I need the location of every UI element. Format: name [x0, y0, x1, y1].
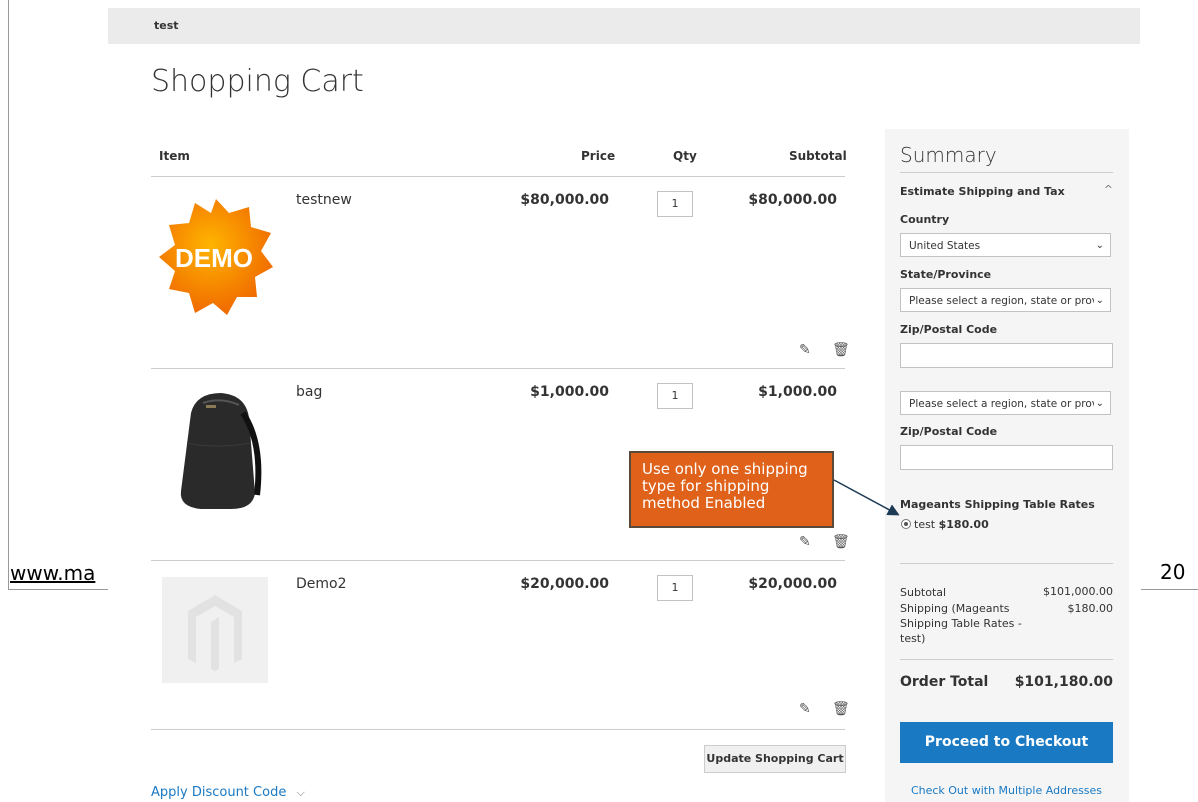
update-cart-button[interactable]: Update Shopping Cart — [704, 745, 846, 773]
product-price: $1,000.00 — [530, 384, 609, 400]
document-url[interactable]: www.ma — [10, 561, 108, 585]
shipping-method-title: Mageants Shipping Table Rates — [900, 498, 1095, 511]
chevron-down-icon: ⌄ — [1093, 234, 1104, 256]
shipping-value: $180.00 — [1067, 602, 1114, 615]
row-subtotal: $1,000.00 — [758, 384, 837, 400]
placeholder-image[interactable] — [162, 577, 268, 683]
apply-discount-label: Apply Discount Code — [151, 785, 287, 800]
product-name[interactable]: Demo2 — [296, 576, 347, 592]
subtotal-label: Subtotal — [900, 586, 947, 599]
summary-divider — [900, 659, 1113, 660]
demo-badge-image[interactable]: DEMO — [151, 191, 281, 321]
page-number: 20 — [1160, 560, 1186, 584]
state-label: State/Province — [900, 268, 992, 281]
trash-icon[interactable]: 🗑 — [832, 701, 850, 717]
zip-input-2[interactable] — [900, 445, 1113, 470]
trash-icon[interactable]: 🗑 — [832, 534, 850, 550]
product-name[interactable]: bag — [296, 384, 322, 400]
qty-input[interactable]: 1 — [657, 191, 693, 217]
header-qty: Qty — [673, 149, 697, 163]
product-price: $80,000.00 — [520, 192, 609, 208]
header-price: Price — [581, 149, 616, 163]
country-label: Country — [900, 213, 950, 226]
chevron-down-icon: ⌄ — [1093, 289, 1104, 311]
zip-input[interactable] — [900, 343, 1113, 368]
subtotal-value: $101,000.00 — [1043, 585, 1113, 598]
summary-title: Summary — [900, 143, 997, 167]
summary-panel: Summary Estimate Shipping and Tax ^ Coun… — [885, 129, 1129, 802]
qty-input[interactable]: 1 — [657, 575, 693, 601]
zip-label: Zip/Postal Code — [900, 323, 998, 336]
state-placeholder: Please select a region, state or provi — [909, 295, 1101, 307]
backpack-image[interactable] — [151, 383, 281, 513]
zip-label-2: Zip/Postal Code — [900, 425, 998, 438]
table-divider — [151, 729, 845, 730]
header-subtotal: Subtotal — [789, 149, 847, 163]
annotation-callout: Use only one shipping type for shipping … — [629, 451, 834, 528]
table-row: DEMO testnew $80,000.00 1 $80,000.00 ✎ 🗑 — [151, 177, 850, 368]
estimate-shipping-toggle[interactable]: Estimate Shipping and Tax — [900, 185, 1065, 198]
chevron-up-icon[interactable]: ^ — [1104, 183, 1113, 196]
demo-badge-text: DEMO — [175, 243, 253, 273]
radio-button[interactable] — [901, 519, 911, 529]
edit-icon[interactable]: ✎ — [799, 342, 811, 358]
summary-divider — [900, 563, 1113, 564]
edit-icon[interactable]: ✎ — [799, 534, 811, 550]
document-frame-line — [1141, 589, 1198, 590]
proceed-to-checkout-button[interactable]: Proceed to Checkout — [900, 722, 1113, 763]
state-select-2[interactable]: Please select a region, state or provi ⌄ — [900, 391, 1111, 415]
callout-text: Use only one shipping type for shipping … — [642, 460, 808, 512]
multi-address-link[interactable]: Check Out with Multiple Addresses — [900, 784, 1113, 797]
order-total-label: Order Total — [900, 674, 989, 690]
row-subtotal: $20,000.00 — [748, 576, 837, 592]
edit-icon[interactable]: ✎ — [799, 701, 811, 717]
chevron-down-icon: ⌄ — [1093, 392, 1104, 414]
header-item: Item — [159, 149, 190, 163]
page-title: Shopping Cart — [151, 64, 364, 99]
shipping-option-name: test — [914, 518, 936, 531]
product-name[interactable]: testnew — [296, 192, 352, 208]
chevron-down-icon: ⌵ — [296, 786, 305, 799]
store-header-bar: test — [108, 8, 1140, 44]
qty-input[interactable]: 1 — [657, 383, 693, 409]
shipping-label: Shipping (Mageants Shipping Table Rates … — [900, 602, 1022, 645]
document-frame-line — [8, 0, 9, 590]
cart-screenshot: test Shopping Cart Item Price Qty Subtot… — [108, 8, 1140, 802]
store-label[interactable]: test — [154, 19, 179, 32]
country-select[interactable]: United States ⌄ — [900, 233, 1111, 257]
order-total-value: $101,180.00 — [1014, 674, 1113, 690]
apply-discount-toggle[interactable]: Apply Discount Code ⌵ — [151, 785, 305, 800]
country-value: United States — [909, 240, 981, 252]
document-frame-line — [8, 589, 108, 590]
shipping-radio-option[interactable]: test $180.00 — [901, 518, 989, 531]
summary-divider — [900, 172, 1113, 173]
state-select[interactable]: Please select a region, state or provi ⌄ — [900, 288, 1111, 312]
state-placeholder-2: Please select a region, state or provi — [909, 398, 1101, 410]
shipping-option-price: $180.00 — [938, 518, 989, 531]
trash-icon[interactable]: 🗑 — [832, 342, 850, 358]
product-price: $20,000.00 — [520, 576, 609, 592]
table-row: Demo2 $20,000.00 1 $20,000.00 ✎ 🗑 — [151, 561, 850, 729]
row-subtotal: $80,000.00 — [748, 192, 837, 208]
